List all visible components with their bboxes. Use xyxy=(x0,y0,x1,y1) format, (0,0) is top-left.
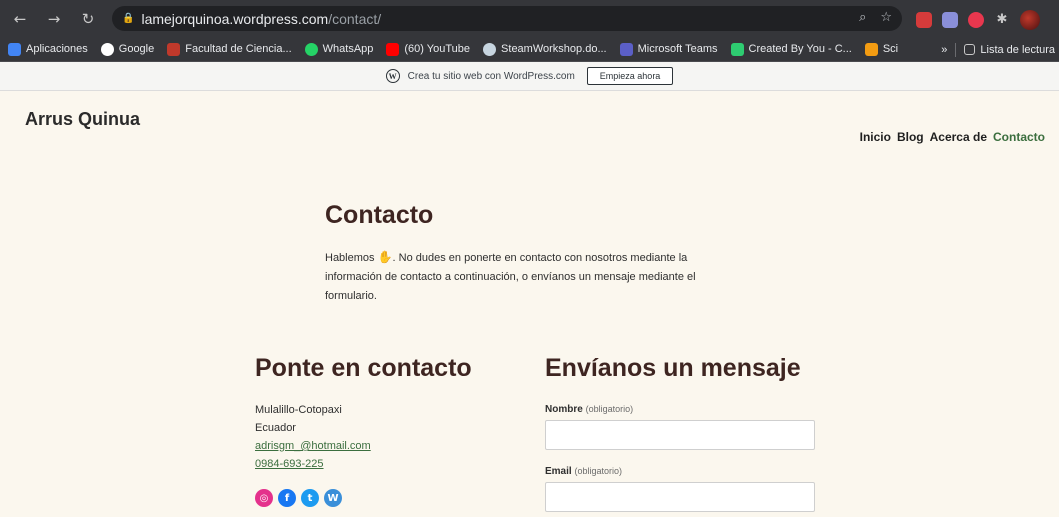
google-icon xyxy=(100,42,114,56)
wordpress-logo-icon: W xyxy=(385,69,400,83)
created-by-you-icon xyxy=(730,42,744,56)
apps-grid-icon xyxy=(8,42,21,56)
more-bookmarks-icon[interactable]: » xyxy=(941,44,947,56)
bookmark-whatsapp[interactable]: WhatsApp xyxy=(304,42,373,56)
wp-banner-text[interactable]: Crea tu sitio web con WordPress.com xyxy=(408,71,575,82)
address-line: Mulalillo-Cotopaxi xyxy=(255,404,342,416)
bookmarks-bar: Aplicaciones Google Facultad de Ciencia.… xyxy=(0,37,1059,62)
contact-info: Mulalillo-Cotopaxi Ecuador adrisgm_@hotm… xyxy=(255,401,371,473)
twitter-icon[interactable]: t xyxy=(301,489,319,507)
youtube-icon xyxy=(386,42,400,56)
zoom-search-icon[interactable]: ⌕ xyxy=(859,10,866,25)
country-line: Ecuador xyxy=(255,422,296,434)
steam-icon xyxy=(483,42,497,56)
sci-icon xyxy=(864,42,878,56)
waving-hand-icon: ✋ xyxy=(377,250,393,264)
back-icon[interactable]: ← xyxy=(8,10,32,28)
bookmark-aplicaciones[interactable]: Aplicaciones xyxy=(8,42,88,56)
start-now-button[interactable]: Empieza ahora xyxy=(586,67,674,85)
nav-item-inicio[interactable]: Inicio xyxy=(860,130,891,144)
reload-icon[interactable]: ↻ xyxy=(76,10,100,28)
university-icon xyxy=(167,42,181,56)
browser-menu-icon[interactable]: ⋮ xyxy=(1054,12,1059,28)
bookmark-sci[interactable]: Sci xyxy=(864,42,898,56)
wordpress-banner: W Crea tu sitio web con WordPress.com Em… xyxy=(0,62,1059,91)
reading-list-icon xyxy=(964,44,976,55)
email-field-label: Email (obligatorio) xyxy=(545,466,622,477)
email-field[interactable] xyxy=(545,482,815,512)
message-form-heading: Envíanos un mensaje xyxy=(545,354,801,382)
whatsapp-icon xyxy=(304,42,318,56)
contact-form: Nombre (obligatorio) Email (obligatorio) xyxy=(545,404,815,512)
url-path: /contact/ xyxy=(328,10,382,27)
lock-icon[interactable]: 🔒 xyxy=(122,13,134,24)
extension-icon[interactable] xyxy=(968,12,984,28)
url-host: lamejorquinoa.wordpress.com xyxy=(141,10,329,27)
wordpress-icon[interactable]: W xyxy=(324,489,342,507)
bookmark-teams[interactable]: Microsoft Teams xyxy=(619,42,718,56)
social-links: ◎ f t W xyxy=(255,489,342,507)
site-navigation: Inicio Blog Acerca de Contacto xyxy=(860,130,1045,144)
puzzle-extensions-icon[interactable]: ✱ xyxy=(994,12,1010,28)
forward-icon[interactable]: → xyxy=(42,10,66,28)
teams-icon xyxy=(619,42,633,56)
reading-list-link[interactable]: Lista de lectura xyxy=(980,44,1055,56)
instagram-icon[interactable]: ◎ xyxy=(255,489,273,507)
divider xyxy=(955,42,957,57)
bookmark-steamworkshop[interactable]: SteamWorkshop.do... xyxy=(483,42,607,56)
contact-info-heading: Ponte en contacto xyxy=(255,354,472,382)
nav-item-contacto[interactable]: Contacto xyxy=(993,130,1045,144)
address-bar[interactable]: 🔒 lamejorquinoa.wordpress.com/contact/ ⌕… xyxy=(112,6,902,31)
browser-toolbar: ← → ↻ 🔒 lamejorquinoa.wordpress.com/cont… xyxy=(0,0,1059,37)
email-link[interactable]: adrisgm_@hotmail.com xyxy=(255,437,371,455)
site-title[interactable]: Arrus Quinua xyxy=(25,109,140,130)
bookmark-facultad[interactable]: Facultad de Ciencia... xyxy=(167,42,292,56)
bookmark-google[interactable]: Google xyxy=(100,42,154,56)
page-title: Contacto xyxy=(325,201,434,229)
bookmark-youtube[interactable]: (60) YouTube xyxy=(386,42,470,56)
bookmark-created-by-you[interactable]: Created By You - C... xyxy=(730,42,852,56)
name-field-label: Nombre (obligatorio) xyxy=(545,404,634,415)
profile-avatar[interactable] xyxy=(1020,10,1040,30)
extension-icon[interactable] xyxy=(916,12,932,28)
nav-item-blog[interactable]: Blog xyxy=(897,130,924,144)
extension-icon[interactable] xyxy=(942,12,958,28)
intro-text: Hablemos ✋. No dudes en ponerte en conta… xyxy=(325,250,696,302)
phone-link[interactable]: 0984-693-225 xyxy=(255,455,371,473)
facebook-icon[interactable]: f xyxy=(278,489,296,507)
name-field[interactable] xyxy=(545,420,815,450)
nav-item-acerca-de[interactable]: Acerca de xyxy=(930,130,987,144)
bookmark-star-icon[interactable]: ☆ xyxy=(880,10,892,25)
